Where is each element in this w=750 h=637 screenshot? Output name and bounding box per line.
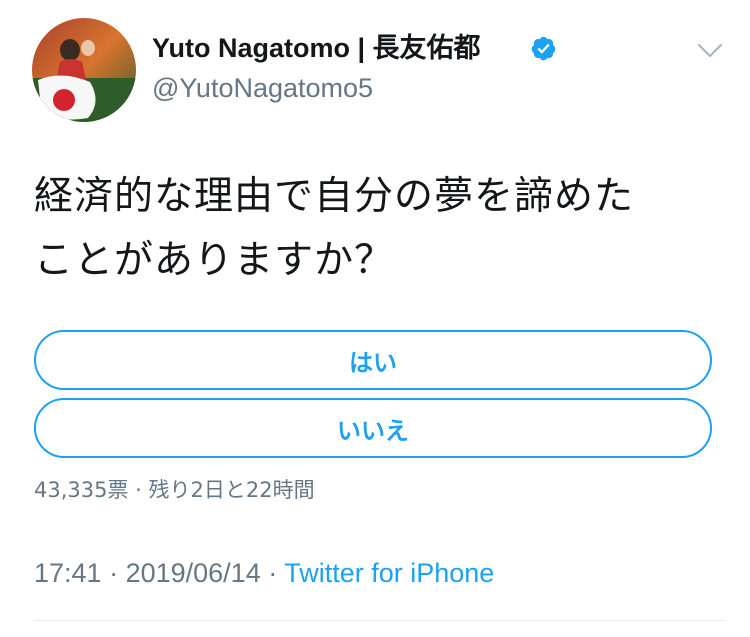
verified-badge-icon	[531, 36, 556, 61]
tweet-text-line: ことがありますか？	[34, 238, 395, 283]
chevron-down-icon[interactable]	[694, 40, 726, 62]
tweet-text-line: 経済的な理由で自分の夢を諦めた	[34, 174, 635, 219]
tweet-text: 経済的な理由で自分の夢を諦めた ことがありますか？	[34, 165, 724, 293]
poll-option-label: はい	[349, 348, 397, 377]
avatar-image	[32, 18, 136, 122]
avatar[interactable]	[32, 18, 136, 122]
poll-option-no[interactable]: いいえ	[34, 398, 712, 458]
user-handle[interactable]: @YutoNagatomo5	[152, 71, 373, 105]
separator: ·	[260, 558, 285, 588]
poll-option-yes[interactable]: はい	[34, 330, 712, 390]
display-name[interactable]: Yuto Nagatomo | 長友佑都	[152, 30, 481, 66]
poll-meta: 43,335票 · 残り2日と22時間	[34, 478, 315, 502]
poll-option-label: いいえ	[337, 416, 409, 445]
divider	[34, 620, 724, 621]
tweet-source-link[interactable]: Twitter for iPhone	[284, 558, 494, 588]
separator: ·	[101, 558, 126, 588]
tweet-date: 2019/06/14	[125, 558, 261, 588]
tweet-timestamp-row: 17:41 · 2019/06/14 · Twitter for iPhone	[34, 556, 494, 590]
tweet-time: 17:41	[34, 558, 102, 588]
